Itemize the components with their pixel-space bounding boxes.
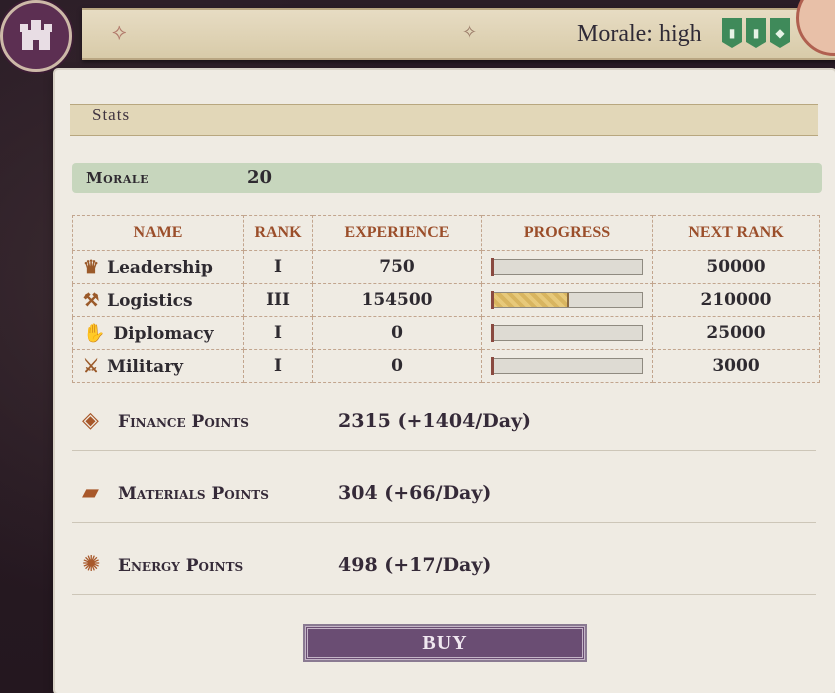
morale-banners: ▮ ▮ ◆ [722,18,790,48]
skill-experience: 0 [312,316,482,350]
skill-next-rank: 25000 [652,316,820,350]
morale-label: Morale [86,169,149,187]
points-value: 498 (+17/Day) [338,554,492,576]
table-row: ⚒ Logistics III 154500 210000 [72,283,820,317]
skill-rank: I [243,316,313,350]
skill-name: Leadership [107,257,213,278]
skill-next-rank: 50000 [652,250,820,284]
points-label: Energy Points [118,556,244,576]
progress-fill [492,293,569,307]
skill-name: Diplomacy [113,323,214,344]
skill-rank: I [243,250,313,284]
tower-banner-icon: ▮ [722,18,742,48]
table-row: ✋ Diplomacy I 0 25000 [72,316,820,350]
progress-bar [491,357,643,375]
morale-status: Morale: high [577,21,702,47]
col-next-rank: NEXT RANK [652,215,820,251]
stats-header: Stats [70,104,818,136]
table-row: ♛ Leadership I 750 50000 [72,250,820,284]
col-rank: RANK [243,215,313,251]
materials-points-row: ▰ Materials Points 304 (+66/Day) [72,470,816,523]
points-label: Materials Points [118,484,269,504]
top-status-bar: ⟡ ✧ Morale: high ▮ ▮ ◆ [82,0,835,60]
ornament-icon: ⟡ [112,20,127,45]
compass-star-icon: ✧ [462,22,478,43]
skill-name: Logistics [107,290,193,311]
diamond-icon: ◈ [82,408,99,433]
morale-value: 20 [247,167,273,188]
skill-experience: 154500 [312,283,482,317]
skill-next-rank: 3000 [652,349,820,383]
skills-table: NAME RANK EXPERIENCE PROGRESS NEXT RANK … [72,215,820,383]
col-progress: PROGRESS [481,215,653,251]
table-row: ⚔ Military I 0 3000 [72,349,820,383]
progress-bar [491,258,643,276]
col-experience: EXPERIENCE [312,215,482,251]
skill-next-rank: 210000 [652,283,820,317]
skill-rank: I [243,349,313,383]
energy-points-row: ✺ Energy Points 498 (+17/Day) [72,542,816,595]
stats-panel: Stats Morale 20 NAME RANK EXPERIENCE PRO… [55,70,835,693]
stats-title-text: Stats [92,105,131,124]
energy-swirl-icon: ✺ [82,552,101,577]
skill-experience: 0 [312,349,482,383]
progress-bar [491,324,643,342]
tower-banner-icon: ▮ [746,18,766,48]
buy-button[interactable]: BUY [305,626,585,660]
tools-icon: ⚒ [83,289,100,311]
corner-emblem-icon[interactable] [796,0,835,56]
morale-bar: Morale 20 [72,163,822,193]
skill-name: Military [107,356,184,377]
castle-icon [20,20,52,50]
castle-button[interactable] [0,0,72,72]
shield-banner-icon: ◆ [770,18,790,48]
ingot-icon: ▰ [82,480,99,505]
skill-experience: 750 [312,250,482,284]
skill-rank: III [243,283,313,317]
points-label: Finance Points [118,412,249,432]
crown-icon: ♛ [83,256,100,278]
points-value: 2315 (+1404/Day) [338,410,532,432]
points-value: 304 (+66/Day) [338,482,492,504]
finance-points-row: ◈ Finance Points 2315 (+1404/Day) [72,398,816,451]
crossed-swords-icon: ⚔ [83,355,100,377]
stats-title: Stats [92,105,130,125]
handshake-icon: ✋ [83,322,106,344]
progress-bar [491,291,643,309]
col-name: NAME [72,215,244,251]
